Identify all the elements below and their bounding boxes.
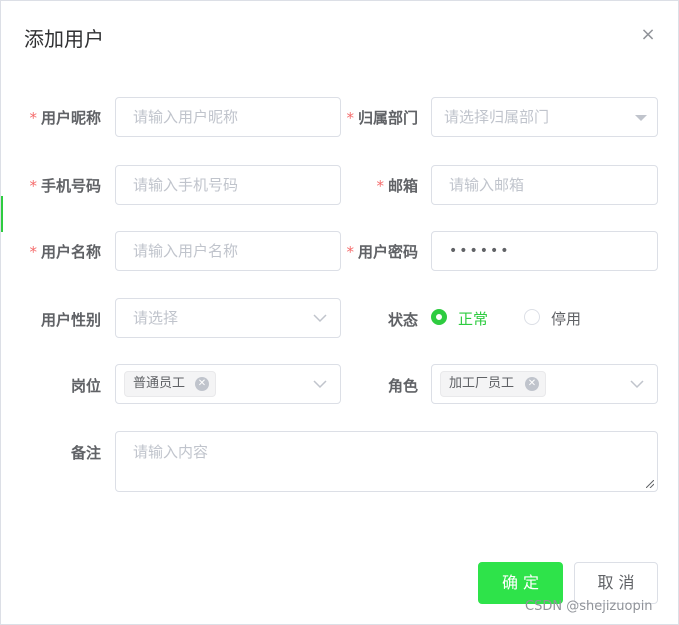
required-mark: * [376,177,384,195]
chevron-down-icon [313,314,327,323]
post-label: 岗位 [70,377,101,395]
tag-close-icon[interactable]: ✕ [195,377,209,391]
post-tag: 普通员工 ✕ [124,371,216,397]
username-input[interactable]: 请输入用户名称 [115,231,341,271]
status-disabled-radio[interactable] [524,309,540,325]
cancel-button[interactable]: 取 消 [574,562,658,604]
required-mark: * [29,243,37,261]
required-mark: * [29,177,37,195]
status-disabled-label[interactable]: 停用 [551,308,581,329]
username-label: * 用户名称 [29,243,101,261]
chevron-down-icon [630,380,644,389]
confirm-button[interactable]: 确 定 [478,562,563,604]
remark-placeholder: 请输入内容 [133,443,209,461]
dept-select[interactable]: 请选择归属部门 [431,97,658,137]
post-select[interactable]: 普通员工 ✕ [115,364,341,404]
nickname-label: * 用户昵称 [29,109,101,127]
status-normal-radio[interactable] [431,309,447,325]
status-label: 状态 [387,311,418,329]
dialog-title: 添加用户 [24,27,104,51]
gender-placeholder: 请选择 [133,309,179,327]
role-label: 角色 [387,377,418,395]
remark-textarea[interactable]: 请输入内容 [115,431,658,492]
nickname-input[interactable]: 请输入用户昵称 [115,97,341,137]
chevron-down-icon [313,380,327,389]
caret-down-icon [635,115,647,121]
watermark: CSDN @shejizuopin [525,599,653,614]
email-label: * 邮箱 [376,177,418,195]
remark-label: 备注 [70,444,101,462]
close-icon[interactable]: × [638,25,658,45]
dept-placeholder: 请选择归属部门 [444,108,550,126]
gender-label: 用户性别 [40,311,101,329]
required-mark: * [346,109,354,127]
phone-input[interactable]: 请输入手机号码 [115,165,341,205]
resize-handle-icon[interactable] [646,480,654,488]
add-user-dialog: 添加用户 × * 用户昵称 请输入用户昵称 * 归属部门 请选择归属部门 * 手机号码… [0,0,679,625]
dept-label: * 归属部门 [346,109,418,127]
phone-label: * 手机号码 [29,177,101,195]
gender-select[interactable]: 请选择 [115,298,341,338]
role-tag: 加工厂员工 ✕ [440,371,546,397]
required-mark: * [346,243,354,261]
background-accent-edge [1,196,3,232]
email-input[interactable]: 请输入邮箱 [431,165,658,205]
password-input[interactable]: •••••• [431,231,658,271]
password-label: * 用户密码 [346,243,418,261]
status-normal-label[interactable]: 正常 [458,308,488,329]
tag-close-icon[interactable]: ✕ [525,377,539,391]
role-select[interactable]: 加工厂员工 ✕ [431,364,658,404]
required-mark: * [29,109,37,127]
